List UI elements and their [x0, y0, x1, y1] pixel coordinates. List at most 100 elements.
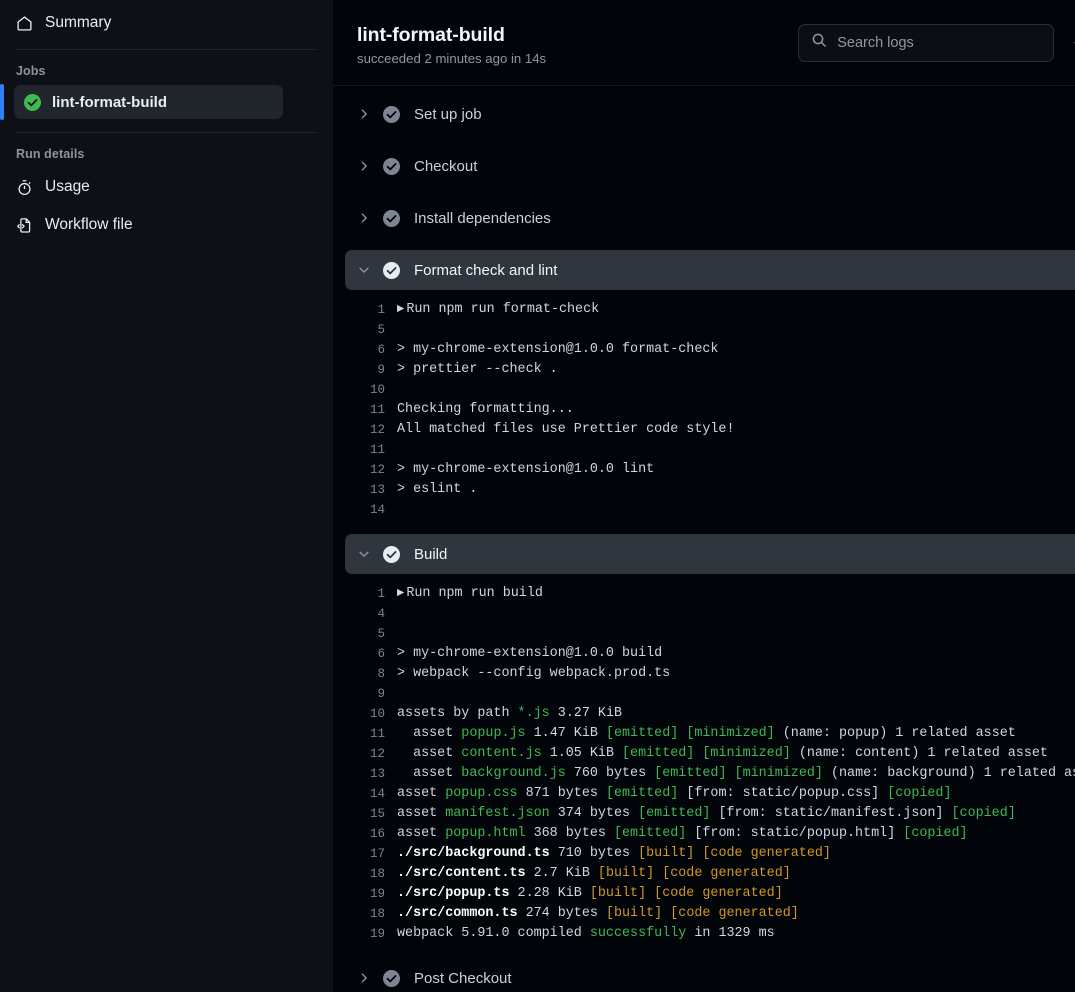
- log-line-text: > eslint .: [397, 482, 478, 497]
- sidebar-section-jobs: Jobs: [16, 64, 46, 78]
- log-line-number: 14: [369, 503, 385, 517]
- log-line-text: asset manifest.json 374 bytes [emitted] …: [397, 806, 1016, 821]
- log-line: 19 webpack 5.91.0 compiled successfully i…: [345, 924, 1075, 944]
- step-row[interactable]: Build3s: [345, 534, 1075, 574]
- log-line: 10: [345, 380, 1075, 400]
- search-logs-box[interactable]: Search logs: [798, 23, 1055, 62]
- log-line-number: 15: [369, 807, 385, 821]
- log-line-text: > prettier --check .: [397, 362, 558, 377]
- log-line-number: 13: [369, 483, 385, 497]
- log-line-number: 12: [369, 747, 385, 761]
- log-line: 13 > eslint .: [345, 480, 1075, 500]
- steps-list: Set up job1s Checkout0s Install dependenci…: [333, 86, 1075, 992]
- log-line: 12 > my-chrome-extension@1.0.0 lint: [345, 460, 1075, 480]
- log-line-text: ./src/popup.ts 2.28 KiB [built] [code ge…: [397, 886, 783, 901]
- expand-group-triangle-icon[interactable]: ▶: [397, 587, 404, 598]
- step-status-success-icon: [383, 157, 400, 175]
- log-line-number: 14: [369, 787, 385, 801]
- log-line: 11 asset popup.js 1.47 KiB [emitted] [mi…: [345, 724, 1075, 744]
- log-line-text: ./src/common.ts 274 bytes [built] [code …: [397, 906, 799, 921]
- expand-group-triangle-icon[interactable]: ▶: [397, 303, 404, 314]
- log-line-text: > my-chrome-extension@1.0.0 lint: [397, 462, 655, 477]
- log-line-number: 19: [369, 927, 385, 941]
- log-line-number: 18: [369, 907, 385, 921]
- step-row[interactable]: Post Checkout0s: [345, 958, 1075, 992]
- log-line: 5: [345, 624, 1075, 644]
- log-line: 4: [345, 604, 1075, 624]
- log-line-number: 11: [369, 727, 385, 741]
- log-line-number: 12: [369, 423, 385, 437]
- log-line-text: asset background.js 760 bytes [emitted] …: [397, 766, 1075, 781]
- step-status-success-icon: [383, 545, 400, 563]
- step-status-success-icon: [383, 969, 400, 987]
- page-title: lint-format-build: [357, 23, 505, 46]
- log-line-number: 6: [377, 343, 385, 357]
- sidebar-job-label: lint-format-build: [52, 93, 167, 111]
- log-line: 11: [345, 440, 1075, 460]
- selected-indicator: [0, 84, 4, 120]
- log-line-text: > webpack --config webpack.prod.ts: [397, 666, 671, 681]
- log-line-number: 10: [369, 707, 385, 721]
- log-line: 9 > prettier --check .: [345, 360, 1075, 380]
- step-status-success-icon: [383, 261, 400, 279]
- log-line-text: assets by path *.js 3.27 KiB: [397, 706, 623, 721]
- file-code-icon: [16, 217, 33, 234]
- log-line-number: 11: [369, 443, 385, 457]
- step-row[interactable]: Set up job1s: [345, 94, 1075, 134]
- log-line-text: All matched files use Prettier code styl…: [397, 422, 735, 437]
- log-line-text: asset popup.css 871 bytes [emitted] [fro…: [397, 786, 952, 801]
- search-input[interactable]: Search logs: [837, 35, 914, 51]
- step-name: Build: [414, 545, 448, 563]
- chevron-right-icon: [355, 107, 373, 121]
- log-line-number: 9: [377, 363, 385, 377]
- chevron-right-icon: [355, 211, 373, 225]
- log-output: 1 ▶ Run npm run format-check 5 6 > my-chrome-…: [345, 290, 1075, 534]
- step-status-success-icon: [383, 209, 400, 227]
- log-output: 1 ▶ Run npm run build 4 5 6 > my-chrome-extens…: [345, 574, 1075, 958]
- step-spacer: [345, 238, 1075, 250]
- log-line: 8 > webpack --config webpack.prod.ts: [345, 664, 1075, 684]
- log-line-number: 1: [377, 587, 385, 601]
- log-line-text: ▶ Run npm run format-check: [397, 302, 600, 317]
- sidebar-item-usage[interactable]: Usage: [0, 168, 333, 206]
- log-line: 5: [345, 320, 1075, 340]
- gear-icon[interactable]: [1070, 31, 1075, 55]
- log-line: 13 asset background.js 760 bytes [emitte…: [345, 764, 1075, 784]
- log-line: 18 ./src/content.ts 2.7 KiB [built] [code…: [345, 864, 1075, 884]
- sidebar: Summary Jobs lint-format-build Run detai…: [0, 0, 333, 992]
- log-line: 10 assets by path *.js 3.27 KiB: [345, 704, 1075, 724]
- log-line: 14 asset popup.css 871 bytes [emitted] [f…: [345, 784, 1075, 804]
- log-line-number: 5: [377, 323, 385, 337]
- log-line: 18 ./src/common.ts 274 bytes [built] [cod…: [345, 904, 1075, 924]
- sidebar-item-job-lint-format-build[interactable]: lint-format-build: [0, 84, 283, 120]
- header-titles: lint-format-build succeeded 2 minutes ag…: [357, 20, 546, 66]
- log-line-number: 10: [369, 383, 385, 397]
- step-spacer: [345, 186, 1075, 198]
- log-line-number: 8: [377, 667, 385, 681]
- sidebar-item-summary[interactable]: Summary: [0, 4, 333, 42]
- step-name: Checkout: [414, 157, 478, 175]
- main-panel: lint-format-build succeeded 2 minutes ag…: [333, 0, 1075, 992]
- header-actions: Search logs: [798, 23, 1075, 62]
- log-line: 11 Checking formatting...: [345, 400, 1075, 420]
- step-row[interactable]: Checkout0s: [345, 146, 1075, 186]
- log-line: 19 ./src/popup.ts 2.28 KiB [built] [code …: [345, 884, 1075, 904]
- log-line-number: 16: [369, 827, 385, 841]
- log-line-text: ▶ Run npm run build: [397, 586, 543, 601]
- step-status-success-icon: [383, 105, 400, 123]
- log-line-number: 5: [377, 627, 385, 641]
- log-line-number: 12: [369, 463, 385, 477]
- step-row[interactable]: Install dependencies3s: [345, 198, 1075, 238]
- step-name: Set up job: [414, 105, 482, 123]
- sidebar-item-workflow-file[interactable]: Workflow file: [0, 206, 333, 244]
- step-name: Install dependencies: [414, 209, 551, 227]
- log-line: 16 asset popup.html 368 bytes [emitted] […: [345, 824, 1075, 844]
- log-line-number: 4: [377, 607, 385, 621]
- home-icon: [16, 15, 33, 32]
- step-row[interactable]: Format check and lint4s: [345, 250, 1075, 290]
- log-header: lint-format-build succeeded 2 minutes ag…: [333, 0, 1075, 86]
- chevron-down-icon: [355, 547, 373, 561]
- log-line-number: 13: [369, 767, 385, 781]
- step-name: Format check and lint: [414, 261, 558, 279]
- workflow-run-page: Summary Jobs lint-format-build Run detai…: [0, 0, 1075, 992]
